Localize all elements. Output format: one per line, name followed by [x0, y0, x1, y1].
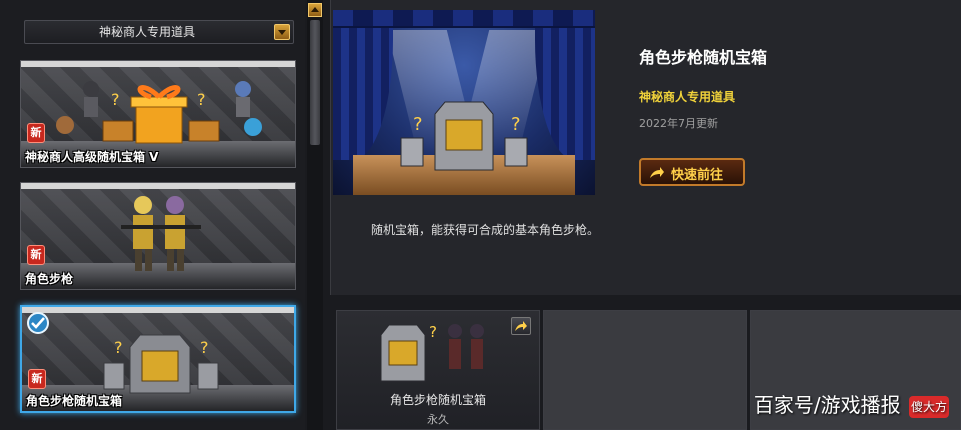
scroll-thumb[interactable] [310, 20, 320, 145]
svg-text:?: ? [429, 323, 437, 341]
reward-slot-empty [543, 310, 747, 430]
watermark-logo-icon: 傻大方 [908, 395, 949, 418]
category-dropdown-value: 神秘商人专用道具 [98, 25, 195, 39]
svg-text:?: ? [413, 114, 423, 135]
item-card-name: 角色步枪 [25, 272, 74, 286]
watermark-text: 百家号/游戏播报 [753, 393, 901, 417]
item-description: 随机宝箱，能获得可合成的基本角色步枪。 [371, 223, 600, 237]
item-list-panel: 神秘商人专用道具 ? ? 新 神秘商人高级随机宝箱 V 新 角色步枪 ? ? 新… [0, 0, 305, 430]
item-card-name: 角色步枪随机宝箱 [26, 394, 123, 408]
item-list-scrollbar[interactable] [307, 0, 323, 430]
quick-goto-button[interactable]: 快速前往 [639, 158, 745, 186]
item-detail-panel: ? ? 角色步枪随机宝箱 神秘商人专用道具 2022年7月更新 快速前往 随机宝… [330, 0, 961, 295]
reward-slot[interactable]: ? 角色步枪随机宝箱 永久 [336, 310, 540, 430]
svg-text:?: ? [197, 90, 206, 109]
category-dropdown[interactable]: 神秘商人专用道具 [24, 20, 294, 44]
svg-text:?: ? [200, 338, 209, 357]
new-badge: 新 [28, 369, 46, 389]
detail-updated-date: 2022年7月更新 [639, 117, 718, 130]
item-card-advanced-box[interactable]: ? ? 新 神秘商人高级随机宝箱 V [20, 60, 296, 168]
watermark: 百家号/游戏播报 傻大方 [754, 389, 949, 418]
item-card-rifle[interactable]: 新 角色步枪 [20, 182, 296, 290]
scroll-up-icon[interactable] [308, 3, 322, 17]
svg-text:?: ? [111, 90, 120, 109]
selected-check-icon [27, 312, 49, 334]
svg-text:?: ? [511, 114, 521, 135]
stage-preview-image: ? ? [333, 10, 595, 195]
item-card-rifle-box[interactable]: ? ? 新 角色步枪随机宝箱 [20, 305, 296, 413]
share-icon[interactable] [511, 317, 531, 335]
new-badge: 新 [27, 245, 45, 265]
new-badge: 新 [27, 123, 45, 143]
detail-category: 神秘商人专用道具 [639, 90, 736, 104]
item-card-name: 神秘商人高级随机宝箱 V [25, 150, 159, 164]
svg-text:?: ? [114, 338, 123, 357]
reward-item-duration: 永久 [427, 413, 449, 426]
arrow-right-icon [650, 167, 664, 178]
rifle-box-showcase: ? ? [400, 101, 528, 171]
detail-title: 角色步枪随机宝箱 [639, 48, 768, 67]
chevron-down-icon[interactable] [274, 24, 290, 40]
reward-item-name: 角色步枪随机宝箱 [389, 393, 486, 407]
quick-goto-label: 快速前往 [671, 168, 724, 183]
